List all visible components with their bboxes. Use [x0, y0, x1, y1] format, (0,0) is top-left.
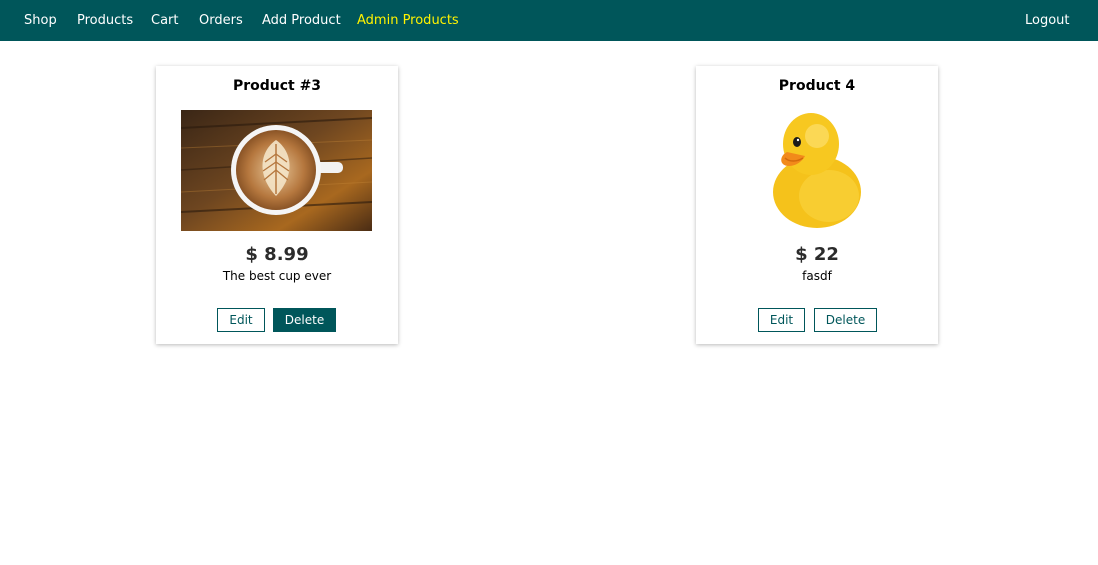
main-header: Shop Products Cart Orders Add Product Ad…	[0, 0, 1098, 41]
nav-orders[interactable]: Orders	[199, 0, 243, 41]
product-description: The best cup ever	[222, 269, 332, 283]
nav-cart[interactable]: Cart	[151, 0, 179, 41]
product-price: $ 8.99	[245, 244, 309, 265]
edit-button[interactable]: Edit	[217, 308, 265, 332]
delete-button[interactable]: Delete	[814, 308, 877, 332]
delete-button[interactable]: Delete	[273, 308, 336, 332]
logout-button[interactable]: Logout	[1025, 0, 1070, 41]
product-title: Product 4	[778, 78, 856, 94]
nav-products[interactable]: Products	[77, 0, 133, 41]
product-price: $ 22	[795, 244, 839, 265]
product-card: Product #3 $ 8.99 The best cup ever Edit…	[156, 66, 398, 344]
product-card: Product 4 $ 22 fasdf Edit Delete	[696, 66, 938, 344]
rubber-duck-image	[721, 110, 912, 231]
nav-add-product[interactable]: Add Product	[262, 0, 341, 41]
product-title: Product #3	[232, 78, 322, 94]
nav-admin-products[interactable]: Admin Products	[357, 0, 459, 41]
edit-button[interactable]: Edit	[758, 308, 805, 332]
nav-shop[interactable]: Shop	[24, 0, 57, 41]
product-description: fasdf	[802, 269, 832, 283]
coffee-cup-image	[180, 110, 373, 231]
